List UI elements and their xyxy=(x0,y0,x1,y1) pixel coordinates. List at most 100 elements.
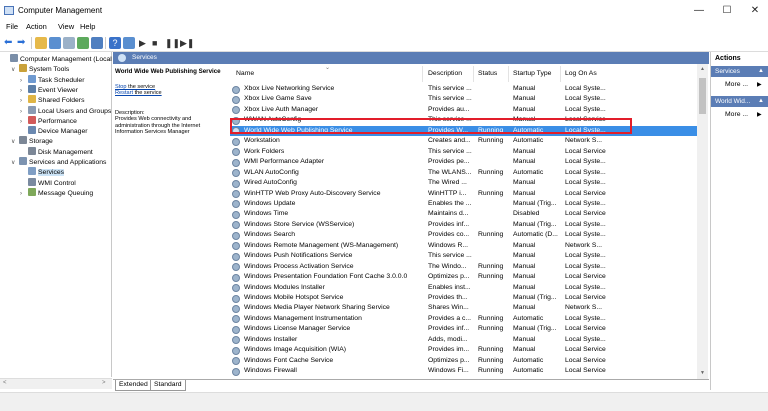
restart-service-link[interactable]: Restart the service xyxy=(115,90,162,96)
table-row[interactable]: Xbox Live Auth Manager Provides au... Manu… xyxy=(230,105,697,116)
tree-item[interactable]: ∨ System Tools xyxy=(11,64,69,74)
table-row[interactable]: Windows Remote Management (WS-Management… xyxy=(230,241,697,252)
table-row[interactable]: Windows License Manager Service Provides … xyxy=(230,324,697,335)
collapse-icon[interactable]: ▲ xyxy=(758,66,764,77)
menu-file[interactable]: File xyxy=(6,22,18,31)
table-row[interactable]: Windows Push Notifications Service This s… xyxy=(230,251,697,262)
tree-item-label[interactable]: Services xyxy=(38,169,65,177)
more-actions-label[interactable]: More ... xyxy=(725,81,748,88)
column-separator[interactable] xyxy=(560,66,561,82)
table-row[interactable]: World Wide Web Publishing Service Provide… xyxy=(230,125,697,137)
actions-group-services[interactable]: Services ▲ xyxy=(711,66,768,77)
tree-item-label[interactable]: Shared Folders xyxy=(38,97,84,104)
column-header-description[interactable]: Description xyxy=(428,70,462,77)
tree-expand-icon[interactable]: ∨ xyxy=(11,137,19,147)
scroll-thumb[interactable] xyxy=(699,78,706,114)
tab-standard[interactable]: Standard xyxy=(150,380,186,391)
tree-item[interactable]: Services xyxy=(20,167,65,177)
table-row[interactable]: WinHTTP Web Proxy Auto-Discovery Service… xyxy=(230,189,697,200)
actions-more-selected[interactable]: More ... ▶ xyxy=(725,111,762,118)
table-row[interactable]: Workstation Creates and... Running Automati… xyxy=(230,136,697,147)
table-row[interactable]: Wired AutoConfig The Wired ... Manual Local… xyxy=(230,178,697,189)
console-view-icon[interactable] xyxy=(123,37,135,49)
table-row[interactable]: Windows Management Instrumentation Provid… xyxy=(230,314,697,325)
column-header-status[interactable]: Status xyxy=(478,70,497,77)
tab-extended[interactable]: Extended xyxy=(115,380,152,391)
menu-action[interactable]: Action xyxy=(26,22,47,31)
scroll-up-icon[interactable]: ▲ xyxy=(697,66,708,72)
tree-horizontal-scrollbar[interactable]: < > xyxy=(0,378,112,389)
table-row[interactable]: Windows Media Player Network Sharing Ser… xyxy=(230,303,697,314)
start-service-icon[interactable]: ▶ xyxy=(139,37,151,49)
tree-item-label[interactable]: Task Scheduler xyxy=(38,77,84,84)
tree-item[interactable]: Disk Management xyxy=(20,146,93,157)
tree-item-label[interactable]: Services and Applications xyxy=(29,159,106,166)
more-actions-label[interactable]: More ... xyxy=(725,111,748,118)
table-row[interactable]: Windows Update Enables the ... Manual (Tri… xyxy=(230,199,697,210)
tree-expand-icon[interactable]: ∨ xyxy=(11,158,19,168)
tree-item-label[interactable]: Disk Management xyxy=(38,149,93,156)
services-vertical-scrollbar[interactable]: ▲ ▼ xyxy=(697,64,708,379)
properties-icon[interactable] xyxy=(63,37,75,49)
pause-service-icon[interactable]: ❚❚ xyxy=(165,37,180,49)
column-separator[interactable] xyxy=(473,66,474,82)
back-arrow-icon[interactable]: ⬅ xyxy=(4,37,16,49)
tree-item[interactable]: ∨ Storage xyxy=(11,136,53,146)
actions-group-selected-service[interactable]: World Wid... ▲ xyxy=(711,96,768,107)
table-row[interactable]: Windows Process Activation Service The Wi… xyxy=(230,262,697,273)
table-row[interactable]: Work Folders This service ... Manual Local … xyxy=(230,147,697,158)
scroll-down-icon[interactable]: ▼ xyxy=(697,370,708,376)
tree-item-label[interactable]: Storage xyxy=(29,138,53,145)
table-row[interactable]: Windows Firewall Windows Fi... Running Auto… xyxy=(230,366,697,377)
table-row[interactable]: Windows Font Cache Service Optimizes p...… xyxy=(230,356,697,367)
column-header-name[interactable]: Name xyxy=(236,70,254,77)
table-row[interactable]: Windows Modules Installer Enables inst...… xyxy=(230,283,697,294)
tree-item[interactable]: › Task Scheduler xyxy=(20,74,84,85)
tree-item[interactable]: Computer Management (Local xyxy=(2,54,112,64)
minimize-button[interactable]: — xyxy=(684,2,714,20)
collapse-icon[interactable]: ▲ xyxy=(758,96,764,107)
scroll-right-icon[interactable]: > xyxy=(102,380,106,386)
tree-expand-icon[interactable]: ∨ xyxy=(11,65,19,75)
tree-item[interactable]: › Performance xyxy=(20,115,77,126)
tree-item[interactable]: WMI Control xyxy=(20,177,76,188)
tree-item-label[interactable]: WMI Control xyxy=(38,180,76,187)
tree-item[interactable]: › Message Queuing xyxy=(20,187,93,199)
forward-arrow-icon[interactable]: ➡ xyxy=(17,37,29,49)
tree-item[interactable]: ∨ Services and Applications xyxy=(11,157,106,167)
table-row[interactable]: WLAN AutoConfig The WLANS... Running Automa… xyxy=(230,168,697,179)
table-row[interactable]: Windows Presentation Foundation Font Cac… xyxy=(230,272,697,283)
tree-item[interactable]: › Shared Folders xyxy=(20,95,84,105)
menu-view[interactable]: View xyxy=(58,22,74,31)
table-row[interactable]: Windows Mobile Hotspot Service Provides t… xyxy=(230,293,697,304)
tree-item-label[interactable]: Message Queuing xyxy=(38,190,93,197)
tree-item-label[interactable]: Performance xyxy=(38,118,77,125)
maximize-button[interactable]: ☐ xyxy=(712,2,742,20)
tree-item-label[interactable]: Device Manager xyxy=(38,128,88,135)
stop-service-icon[interactable]: ■ xyxy=(152,37,164,49)
help-icon[interactable]: ? xyxy=(109,37,121,49)
table-row[interactable]: Windows Store Service (WSService) Provide… xyxy=(230,220,697,231)
close-button[interactable]: ✕ xyxy=(740,2,768,20)
restart-link-text[interactable]: Restart xyxy=(115,90,133,96)
scroll-left-icon[interactable]: < xyxy=(3,380,7,386)
table-row[interactable]: Windows Time Maintains d... Disabled Local … xyxy=(230,209,697,220)
export-list-icon[interactable] xyxy=(91,37,103,49)
menu-help[interactable]: Help xyxy=(80,22,95,31)
tree-item-label[interactable]: Local Users and Groups xyxy=(38,108,111,115)
tree-expand-icon[interactable]: › xyxy=(20,189,28,199)
column-separator[interactable] xyxy=(422,66,423,82)
tree-item-label[interactable]: Event Viewer xyxy=(38,87,78,94)
table-row[interactable]: Xbox Live Game Save This service ... Manua… xyxy=(230,94,697,105)
table-row[interactable]: WMI Performance Adapter Provides pe... Man… xyxy=(230,157,697,168)
table-row[interactable]: Windows Search Provides co... Running Autom… xyxy=(230,230,697,241)
column-header-log-on-as[interactable]: Log On As xyxy=(565,70,597,77)
table-row[interactable]: Windows Image Acquisition (WIA) Provides … xyxy=(230,345,697,356)
restart-service-icon[interactable]: ▶❚ xyxy=(180,37,194,49)
up-folder-icon[interactable] xyxy=(35,37,47,49)
refresh-icon[interactable] xyxy=(77,37,89,49)
column-separator[interactable] xyxy=(508,66,509,82)
show-hide-tree-icon[interactable] xyxy=(49,37,61,49)
table-row[interactable]: Xbox Live Networking Service This service… xyxy=(230,84,697,95)
tree-item-label[interactable]: Computer Management (Local xyxy=(20,56,112,63)
